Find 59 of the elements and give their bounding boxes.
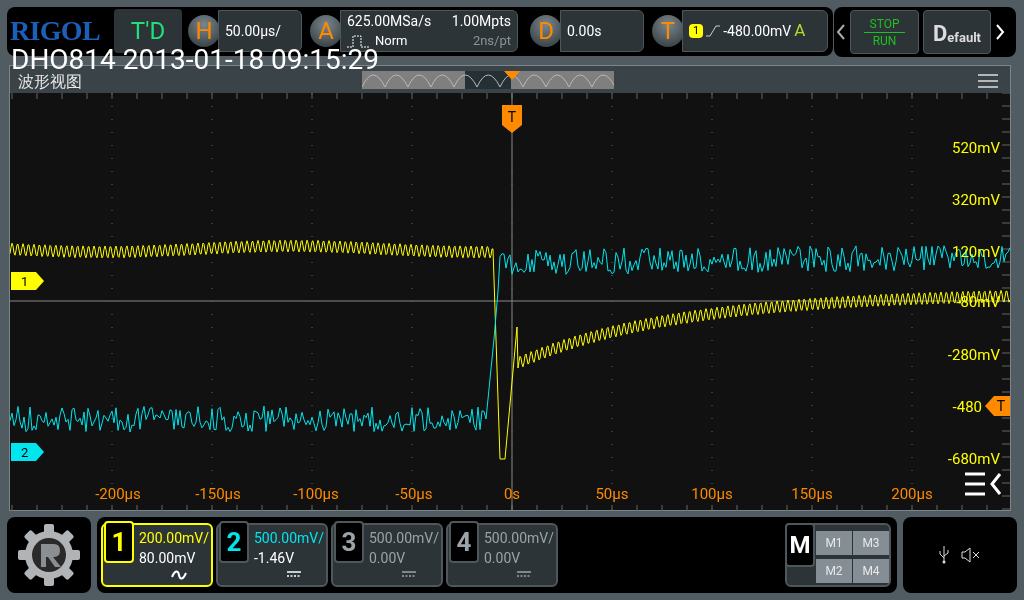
default-button[interactable]: Default [923,10,991,54]
trigger-level: -480.00mV [723,21,792,41]
voltage-label: -680mV [947,450,1000,468]
memory-depth: 1.00Mpts [450,12,511,31]
channel-number: 4 [449,521,479,563]
time-label: -200µs [95,485,141,503]
time-label: 100µs [691,485,733,503]
channel-number: 2 [219,521,249,563]
voltage-label: -80mV [956,293,1000,311]
app-logo-tile[interactable] [7,517,91,593]
dc-coupling-icon [516,570,532,578]
channel-offset: 0.00V [369,549,406,568]
delay-value[interactable]: 0.00s [560,10,644,52]
panel-title: 波形视图 [18,70,82,93]
channel-number: 3 [334,521,364,563]
channel-scale: 500.00mV/ [484,529,554,548]
trigger-source: 1 [689,24,704,38]
dc-coupling-icon [401,570,417,578]
time-label: 200µs [891,485,933,503]
rising-edge-icon [706,24,721,38]
trigger-time-marker[interactable]: T [502,105,522,133]
math-button[interactable]: M [785,523,815,567]
voltage-label: 520mV [952,139,1000,157]
trigger-panel[interactable]: 1 -480.00mV A [682,10,828,52]
channel-scale: 200.00mV/ [139,529,209,548]
channel-offset: -1.46V [254,549,295,568]
dc-coupling-icon [286,570,302,578]
resolution: 2ns/pt [471,32,511,50]
voltage-label: -280mV [947,346,1000,364]
time-label: -100µs [293,485,339,503]
channel-scale: 500.00mV/ [369,529,439,548]
trigger-level-marker[interactable]: T [985,396,1010,416]
mute-icon [961,547,981,563]
brand-logo: RIGOL [9,14,101,48]
usb-icon [939,546,949,564]
channel-marker[interactable]: 2 [11,443,44,461]
time-label: -50µs [395,485,433,503]
channel-marker[interactable]: 1 [11,272,44,290]
trigger-sweep: A [794,19,806,43]
previous-icon[interactable] [836,23,846,41]
run-stop-button[interactable]: STOP RUN [850,10,919,54]
acquisition-mode: Norm [375,32,408,49]
gear-icon [16,522,82,588]
voltage-label: -480 [952,398,982,416]
next-icon[interactable] [995,23,1005,41]
menu-icon[interactable] [978,74,998,88]
voltage-label: 320mV [952,191,1000,209]
trigger-position-icon [502,71,522,81]
channel-number: 1 [104,521,134,563]
time-label: 0s [503,485,521,503]
ac-coupling-icon [171,570,187,580]
collapse-icon[interactable] [963,472,1002,496]
time-label: 50µs [595,485,629,503]
time-label: -150µs [195,485,241,503]
time-label: 150µs [791,485,833,503]
channel-scale: 500.00mV/ [254,529,324,548]
channel-offset: 0.00V [484,549,521,568]
sample-rate: 625.00MSa/s [347,12,433,31]
channel-offset: 80.00mV [139,549,196,568]
